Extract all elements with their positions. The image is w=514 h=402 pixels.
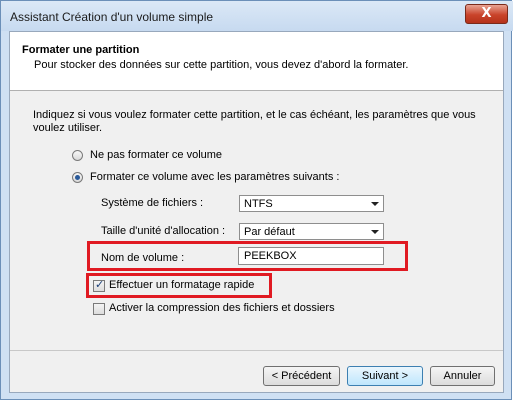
no-format-radio[interactable] [72, 150, 83, 161]
allocation-label: Taille d'unité d'allocation : [101, 225, 226, 237]
no-format-label[interactable]: Ne pas formater ce volume [90, 149, 222, 161]
page-title: Formater une partition [22, 44, 140, 56]
filesystem-value: NTFS [244, 198, 273, 210]
filesystem-select[interactable]: NTFS [239, 195, 384, 212]
header-band: Formater une partition Pour stocker des … [10, 32, 503, 91]
wizard-content: Formater une partition Pour stocker des … [9, 31, 504, 393]
page-subtitle: Pour stocker des données sur cette parti… [34, 59, 409, 71]
chevron-down-icon [371, 202, 379, 206]
chevron-down-icon [371, 230, 379, 234]
title-bar[interactable]: Assistant Création d'un volume simple X [1, 1, 513, 31]
quick-format-label[interactable]: Effectuer un formatage rapide [109, 279, 254, 291]
allocation-value: Par défaut [244, 226, 295, 238]
volume-name-label: Nom de volume : [101, 252, 185, 264]
compression-label[interactable]: Activer la compression des fichiers et d… [109, 302, 335, 314]
format-label[interactable]: Formater ce volume avec les paramètres s… [90, 171, 339, 183]
cancel-button[interactable]: Annuler [430, 366, 495, 386]
filesystem-label: Système de fichiers : [101, 197, 204, 209]
close-button[interactable]: X [465, 4, 508, 24]
compression-checkbox[interactable] [93, 303, 105, 315]
intro-text: Indiquez si vous voulez formater cette p… [33, 109, 476, 134]
window-title: Assistant Création d'un volume simple [10, 10, 214, 24]
format-radio[interactable] [72, 172, 83, 183]
close-icon: X [481, 6, 492, 21]
volume-name-value: PEEKBOX [244, 250, 297, 262]
footer-divider [10, 350, 503, 351]
wizard-window: Assistant Création d'un volume simple X … [0, 0, 513, 400]
volume-name-input[interactable]: PEEKBOX [238, 247, 384, 265]
allocation-select[interactable]: Par défaut [239, 223, 384, 240]
next-button[interactable]: Suivant > [347, 366, 423, 386]
back-button[interactable]: < Précédent [263, 366, 340, 386]
quick-format-checkbox[interactable] [93, 278, 105, 292]
